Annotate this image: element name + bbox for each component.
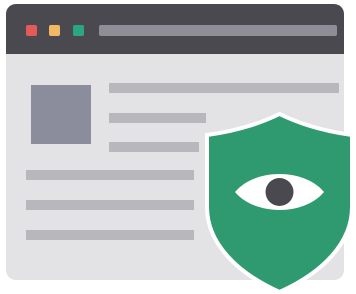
text-line — [26, 200, 194, 210]
text-line — [109, 142, 199, 152]
text-line — [109, 113, 206, 123]
address-bar — [99, 25, 337, 36]
text-line — [26, 170, 194, 180]
minimize-dot — [49, 25, 60, 36]
text-line — [109, 83, 339, 93]
window-titlebar — [6, 4, 344, 54]
privacy-illustration — [0, 0, 356, 294]
text-line — [26, 230, 194, 240]
close-dot — [26, 25, 37, 36]
maximize-dot — [73, 25, 84, 36]
eye-pupil — [265, 178, 294, 206]
shield-icon — [205, 112, 354, 294]
image-placeholder — [31, 85, 91, 144]
